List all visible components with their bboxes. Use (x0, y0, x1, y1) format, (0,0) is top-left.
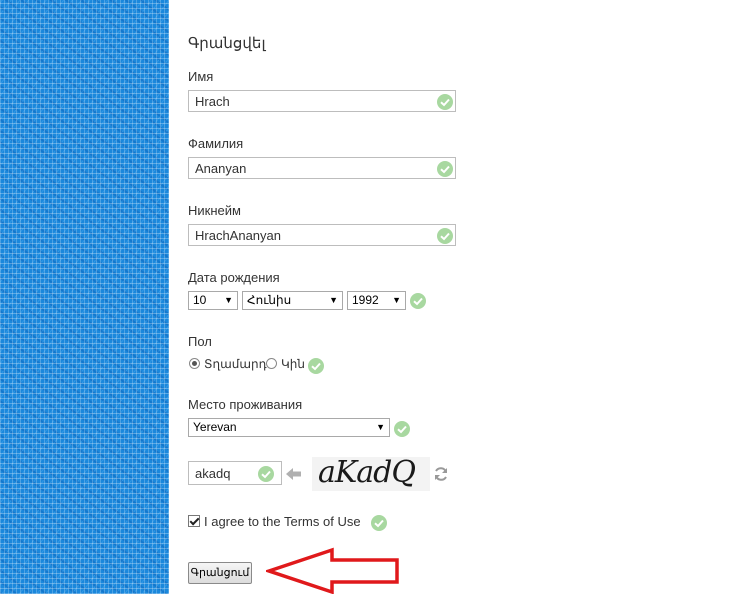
terms-checkbox[interactable] (188, 515, 200, 527)
birth-year-value: 1992 (352, 293, 379, 307)
check-circle-icon (371, 515, 387, 531)
check-circle-icon (308, 358, 324, 374)
birth-day-value: 10 (193, 293, 207, 307)
captcha-image-text: aKadQ (318, 455, 416, 490)
gender-female-radio[interactable] (266, 358, 277, 369)
check-circle-icon (410, 293, 426, 309)
residence-select[interactable]: Yerevan ▼ (188, 418, 390, 437)
registration-form: Գրանցվել Имя Фамилия Никнейм Дата рожден… (188, 0, 728, 595)
birth-day-select[interactable]: 10 ▼ (188, 291, 238, 310)
residence-value: Yerevan (193, 420, 237, 434)
arrow-left-icon (284, 466, 301, 482)
gender-label: Пол (188, 334, 212, 349)
dropdown-arrow-icon: ▼ (376, 422, 385, 432)
check-circle-icon (394, 421, 410, 437)
captcha-image: aKadQ (312, 455, 430, 491)
check-circle-icon (437, 94, 453, 110)
first-name-input[interactable] (188, 90, 456, 112)
register-button[interactable]: Գրանցում (188, 562, 252, 584)
form-title: Գրանցվել (188, 35, 266, 52)
dropdown-arrow-icon: ▼ (329, 295, 338, 305)
arrow-annotation-icon (263, 544, 402, 595)
birth-month-value: Հունիս (247, 293, 292, 307)
dropdown-arrow-icon: ▼ (224, 295, 233, 305)
first-name-label: Имя (188, 69, 214, 84)
residence-label: Место проживания (188, 397, 303, 412)
nickname-label: Никнейм (188, 203, 241, 218)
gender-male-label: Տղամարդ (204, 357, 267, 371)
last-name-label: Фамилия (188, 136, 244, 151)
birth-month-select[interactable]: Հունիս ▼ (242, 291, 343, 310)
birth-date-label: Дата рождения (188, 270, 280, 285)
refresh-icon[interactable] (433, 466, 449, 482)
check-circle-icon (437, 161, 453, 177)
last-name-input[interactable] (188, 157, 456, 179)
gender-female-label: Կին (281, 357, 305, 371)
gender-male-radio[interactable] (189, 358, 200, 369)
check-circle-icon (437, 228, 453, 244)
dropdown-arrow-icon: ▼ (392, 295, 401, 305)
terms-label: I agree to the Terms of Use (204, 514, 361, 529)
birth-year-select[interactable]: 1992 ▼ (347, 291, 406, 310)
sidebar-background (0, 0, 169, 594)
check-circle-icon (258, 466, 274, 482)
nickname-input[interactable] (188, 224, 456, 246)
